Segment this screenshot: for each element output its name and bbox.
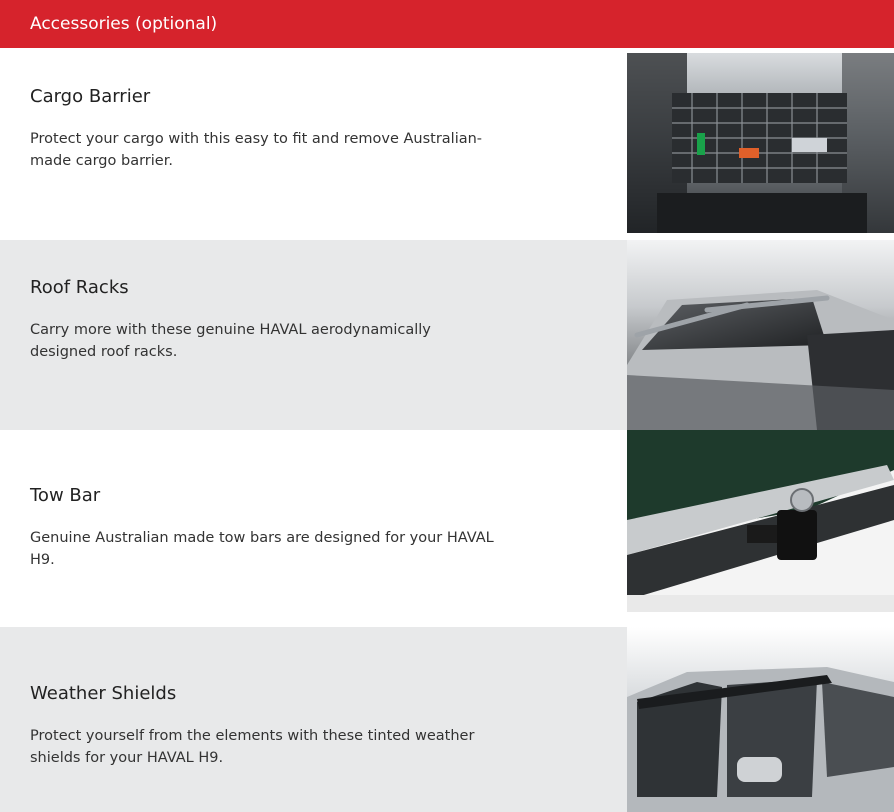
weather-shields-photo [627,627,894,812]
accessory-title: Roof Racks [30,277,129,298]
cargo-barrier-photo [627,53,894,233]
accessory-title: Weather Shields [30,683,177,704]
accessory-title: Cargo Barrier [30,86,151,107]
tow-bar-photo [627,430,894,612]
accessory-title: Tow Bar [30,485,101,506]
section-title: Accessories (optional) [30,14,218,34]
roof-racks-photo [627,240,894,430]
accessory-description: Protect your cargo with this easy to fit… [30,131,483,169]
section-header: Accessories (optional) [0,0,894,48]
accessory-description: Genuine Australian made tow bars are des… [30,530,494,568]
accessory-description: Carry more with these genuine HAVAL aero… [30,322,431,360]
accessory-description: Protect yourself from the elements with … [30,728,475,766]
